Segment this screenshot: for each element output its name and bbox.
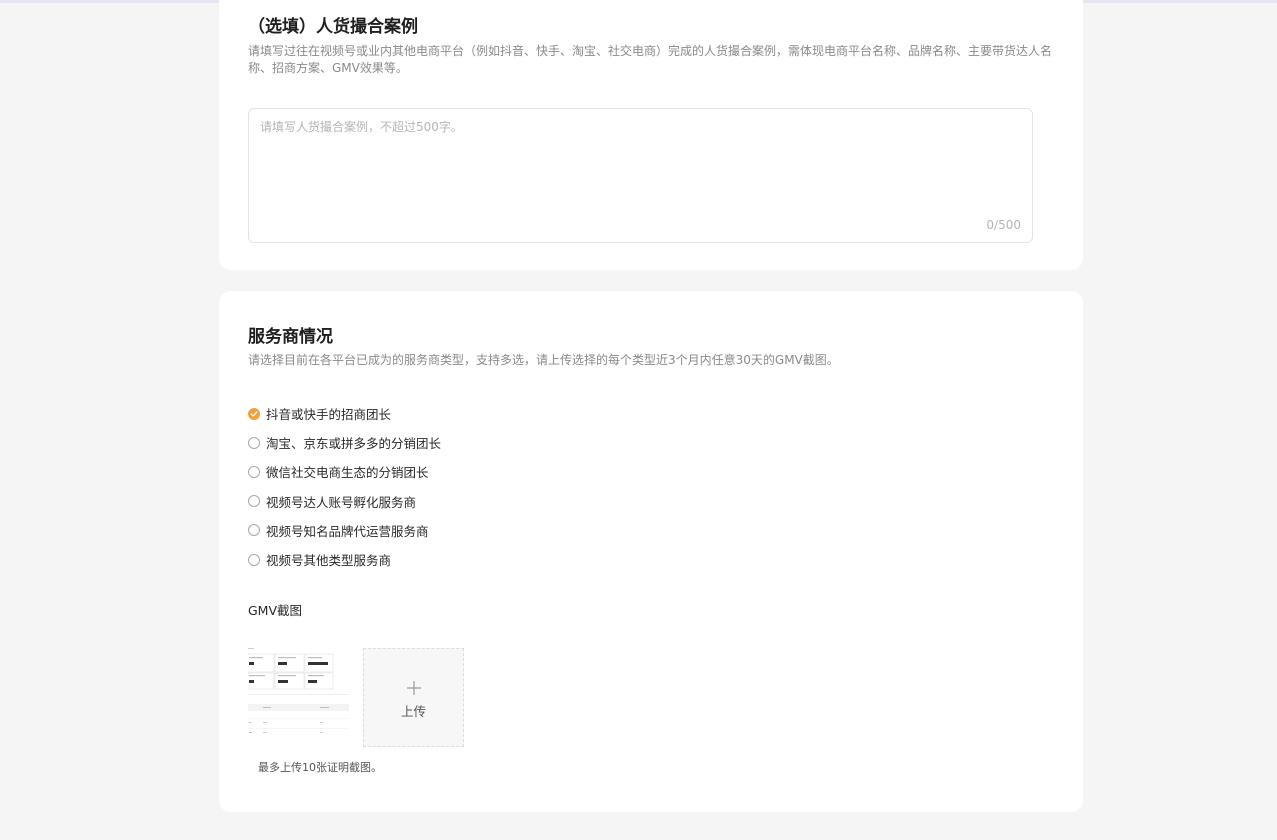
provider-option-brand-operation[interactable]: 视频号知名品牌代运营服务商 <box>248 516 441 545</box>
case-section-title: （选填）人货撮合案例 <box>248 17 418 37</box>
option-label: 抖音或快手的招商团长 <box>266 407 392 423</box>
checkbox-icon[interactable] <box>248 465 260 478</box>
provider-section-description: 请选择目前在各平台已成为的服务商类型，支持多选，请上传选择的每个类型近3个月内任… <box>248 353 839 367</box>
option-label: 视频号达人账号孵化服务商 <box>266 494 417 510</box>
upload-button[interactable]: 上传 <box>363 648 464 747</box>
checkbox-icon[interactable] <box>248 436 260 449</box>
case-textarea[interactable] <box>249 109 1032 242</box>
plus-icon <box>406 680 421 695</box>
option-label: 淘宝、京东或拼多多的分销团长 <box>266 436 442 452</box>
option-label: 微信社交电商生态的分销团长 <box>266 465 429 481</box>
provider-option-douyin-kuaishou[interactable]: 抖音或快手的招商团长 <box>248 399 441 428</box>
case-section-description: 请填写过往在视频号或业内其他电商平台（例如抖音、快手、淘宝、社交电商）完成的人货… <box>248 44 1053 75</box>
checkbox-icon[interactable] <box>248 553 260 566</box>
provider-option-wechat-social[interactable]: 微信社交电商生态的分销团长 <box>248 457 441 486</box>
provider-option-creator-incubation[interactable]: 视频号达人账号孵化服务商 <box>248 487 441 516</box>
checkbox-icon[interactable] <box>248 524 260 537</box>
provider-card: 服务商情况 请选择目前在各平台已成为的服务商类型，支持多选，请上传选择的每个类型… <box>219 291 1083 812</box>
provider-option-taobao-jd-pdd[interactable]: 淘宝、京东或拼多多的分销团长 <box>248 428 441 457</box>
option-label: 视频号知名品牌代运营服务商 <box>266 523 429 539</box>
provider-section-title: 服务商情况 <box>248 327 333 347</box>
gmv-screenshot-label: GMV截图 <box>248 603 303 618</box>
checkbox-icon[interactable] <box>248 495 260 508</box>
upload-label: 上传 <box>400 703 426 719</box>
option-label: 视频号其他类型服务商 <box>266 553 392 569</box>
uploaded-screenshot-thumbnail[interactable] <box>248 646 349 746</box>
provider-option-other[interactable]: 视频号其他类型服务商 <box>248 545 441 574</box>
case-card: （选填）人货撮合案例 请填写过往在视频号或业内其他电商平台（例如抖音、快手、淘宝… <box>219 0 1083 270</box>
checkbox-checked-icon[interactable] <box>248 407 260 420</box>
case-textarea-wrapper: 0/500 <box>248 108 1033 243</box>
provider-options: 抖音或快手的招商团长 淘宝、京东或拼多多的分销团长 微信社交电商生态的分销团长 … <box>248 399 441 574</box>
char-counter: 0/500 <box>986 218 1021 232</box>
upload-hint: 最多上传10张证明截图。 <box>258 761 382 774</box>
screenshot-image <box>248 646 349 746</box>
